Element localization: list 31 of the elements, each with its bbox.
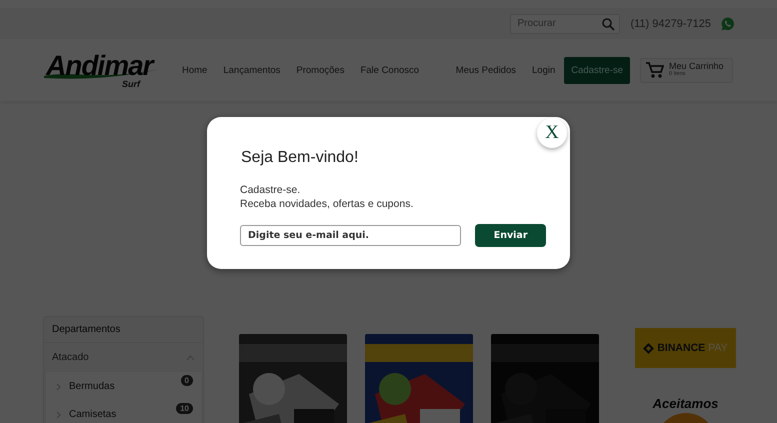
- banner-suffix: PAY: [708, 342, 728, 354]
- count-badge: 0: [180, 375, 193, 386]
- nav-link[interactable]: Home: [182, 64, 208, 76]
- nav-link[interactable]: Promoções: [296, 64, 344, 76]
- dialog-title: Seja Bem-vindo!: [241, 149, 360, 167]
- accepted-label: Aceitamos: [652, 396, 718, 411]
- panel-title: Departamentos: [44, 317, 203, 343]
- email-field[interactable]: Digite seu e-mail aqui.: [240, 225, 462, 246]
- dialog-text: Receba novidades, ofertas e cupons.: [240, 197, 414, 211]
- account-link[interactable]: Login: [532, 64, 556, 76]
- subcategory-item[interactable]: Camisetas 10: [46, 400, 201, 423]
- subcategory-item[interactable]: Bermudas 0: [46, 372, 201, 400]
- banner-brand: BINANCE: [657, 342, 706, 354]
- logo-text[interactable]: Andimar: [46, 50, 153, 82]
- count-badge: 10: [176, 403, 193, 414]
- subcategory-label: Bermudas: [69, 381, 116, 392]
- nav-link[interactable]: Lançamentos: [223, 64, 280, 76]
- category-item[interactable]: Atacado: [44, 343, 203, 372]
- cart-label: Meu Carrinho: [669, 62, 724, 72]
- subcategory-label: Camisetas: [69, 409, 118, 420]
- logo-tagline: Surf: [122, 79, 140, 89]
- account-link[interactable]: Meus Pedidos: [456, 64, 516, 76]
- cart-icon: [646, 62, 664, 78]
- category-label: Atacado: [52, 352, 89, 363]
- signup-button[interactable]: Cadastre-se: [564, 56, 630, 84]
- nav-link[interactable]: Fale Conosco: [360, 64, 420, 76]
- whatsapp-icon[interactable]: [721, 16, 735, 30]
- search-icon[interactable]: [602, 18, 616, 30]
- submit-button[interactable]: Enviar: [475, 224, 546, 247]
- dialog-text: Cadastre-se.: [240, 183, 302, 197]
- diamond-logo-icon: [643, 342, 654, 354]
